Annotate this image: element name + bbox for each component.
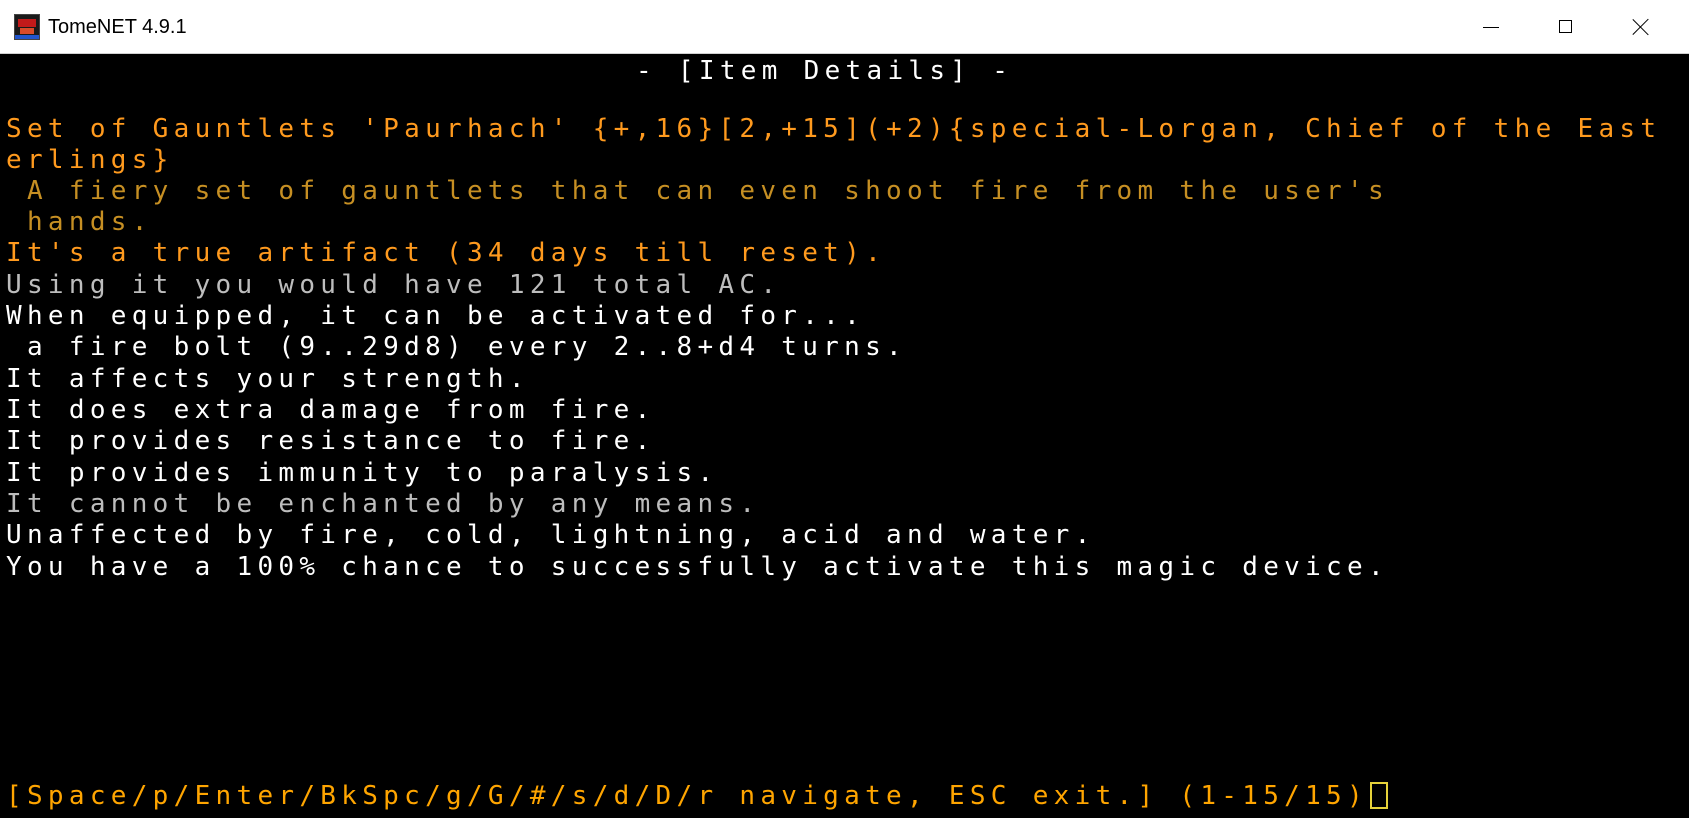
ac-line: Using it you would have 121 total AC. xyxy=(6,270,782,300)
navigation-prompt: [Space/p/Enter/BkSpc/g/G/#/s/d/D/r navig… xyxy=(6,781,1368,811)
screen-header: - [Item Details] - xyxy=(636,56,1014,86)
chance-line: You have a 100% chance to successfully a… xyxy=(6,552,1389,582)
maximize-button[interactable] xyxy=(1528,0,1604,54)
activation-detail-line: a fire bolt (9..29d8) every 2..8+d4 turn… xyxy=(6,332,907,362)
text-cursor xyxy=(1369,782,1388,809)
damage-line: It does extra damage from fire. xyxy=(6,395,656,425)
resist-line: It provides resistance to fire. xyxy=(6,426,656,456)
minimize-icon xyxy=(1483,27,1499,28)
window-title: TomeNET 4.9.1 xyxy=(48,16,187,38)
item-name-line-1: Set of Gauntlets 'Paurhach' {+,16}[2,+15… xyxy=(6,114,1662,144)
minimize-button[interactable] xyxy=(1452,0,1528,54)
unaffected-line: Unaffected by fire, cold, lightning, aci… xyxy=(6,520,1096,550)
item-name-line-2: erlings} xyxy=(6,145,174,175)
close-button[interactable] xyxy=(1604,0,1680,54)
title-bar[interactable]: TomeNET 4.9.1 xyxy=(0,0,1689,54)
activation-line: When equipped, it can be activated for..… xyxy=(6,301,866,331)
tomenet-window: TomeNET 4.9.1 - [Item Details] - Set of … xyxy=(0,0,1689,818)
enchant-line: It cannot be enchanted by any means. xyxy=(6,489,761,519)
immunity-line: It provides immunity to paralysis. xyxy=(6,458,719,488)
artifact-line: It's a true artifact (34 days till reset… xyxy=(6,238,887,268)
close-icon xyxy=(1632,18,1650,36)
terminal-screen[interactable]: - [Item Details] - Set of Gauntlets 'Pau… xyxy=(0,54,1689,818)
description-line-1: A fiery set of gauntlets that can even s… xyxy=(6,176,1389,206)
maximize-icon xyxy=(1559,20,1572,33)
affects-line: It affects your strength. xyxy=(6,364,530,394)
tomenet-app-icon[interactable] xyxy=(14,14,40,40)
navigation-prompt-row: [Space/p/Enter/BkSpc/g/G/#/s/d/D/r navig… xyxy=(6,781,1388,813)
description-line-2: hands. xyxy=(6,207,153,237)
